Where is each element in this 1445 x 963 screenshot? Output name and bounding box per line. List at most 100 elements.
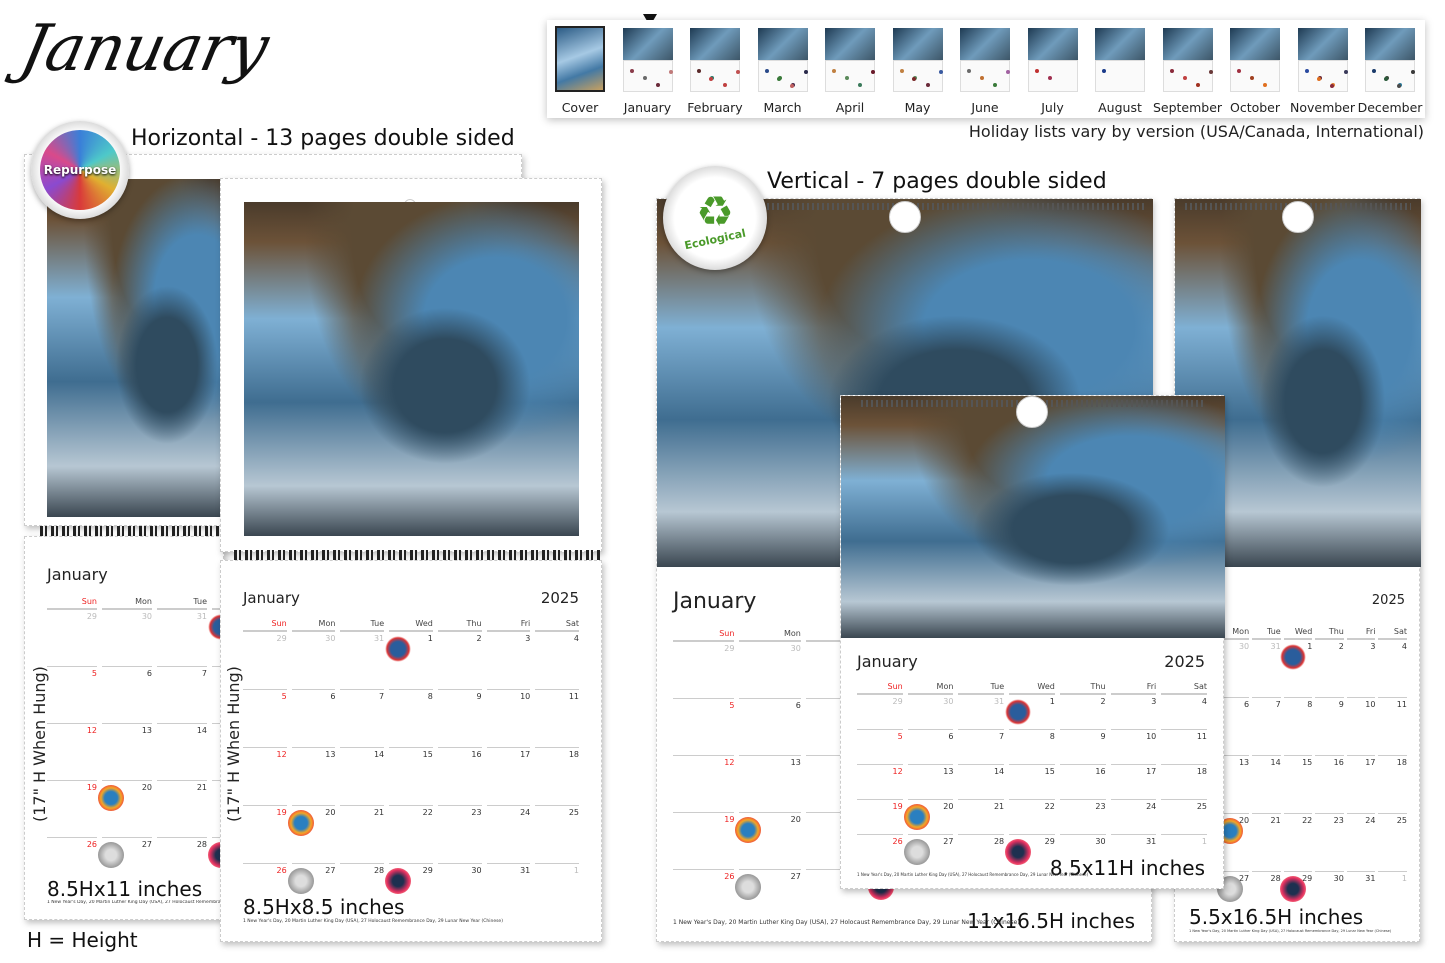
day-cell: 8 xyxy=(1283,697,1313,755)
day-cell: 5 xyxy=(857,729,903,764)
day-cell: 20 xyxy=(287,805,336,863)
day-cell: 1 xyxy=(1378,871,1407,929)
hanging-hole xyxy=(1282,201,1314,233)
thumbnail-label[interactable]: December xyxy=(1355,100,1425,115)
thumbnail-january[interactable] xyxy=(622,28,673,92)
day-cell: 18 xyxy=(1378,755,1407,813)
weekday-header: Fri xyxy=(1346,627,1376,639)
day-cell: 5 xyxy=(47,666,97,723)
thumbnail-april[interactable] xyxy=(825,28,875,92)
thumbnail-label[interactable]: September xyxy=(1153,100,1223,115)
day-cell: 24 xyxy=(1110,799,1157,834)
thumbnail-label[interactable]: July xyxy=(1018,100,1088,115)
day-cell: 22 xyxy=(389,805,433,863)
thumbnail-label[interactable]: Cover xyxy=(545,100,615,115)
day-cell: 7 xyxy=(958,729,1005,764)
thumbnail-cover[interactable] xyxy=(555,26,605,92)
thumbnail-label[interactable]: June xyxy=(950,100,1020,115)
thumbnail-image xyxy=(960,28,1010,60)
day-cell: 15 xyxy=(1283,755,1313,813)
day-cell: 21 xyxy=(340,805,385,863)
spiral-binding xyxy=(767,203,1147,210)
thumbnail-calendar xyxy=(1162,60,1213,92)
thumbnail-label[interactable]: January xyxy=(613,100,683,115)
recycle-icon: ♻ xyxy=(696,186,734,236)
weekday-header: Thu xyxy=(1059,682,1106,694)
day-cell: 7 xyxy=(1252,697,1281,755)
day-cell: 25 xyxy=(535,805,579,863)
day-cell: 30 xyxy=(102,609,152,666)
thumbnail-november[interactable] xyxy=(1297,28,1348,92)
weekday-header: Wed xyxy=(389,619,433,631)
day-cell: 27 xyxy=(735,869,801,926)
thumbnail-calendar xyxy=(757,60,808,92)
holiday-dot xyxy=(858,83,862,87)
thumbnail-march[interactable] xyxy=(757,28,808,92)
thumbnail-label[interactable]: November xyxy=(1288,100,1358,115)
day-cell: 29 xyxy=(243,631,287,689)
weekday-header: Sat xyxy=(1378,627,1407,639)
day-cell: 6 xyxy=(1220,697,1250,755)
day-cell: 14 xyxy=(958,764,1005,799)
day-cell: 1 xyxy=(385,631,433,689)
holiday-dot xyxy=(789,84,794,88)
day-cell: 31 xyxy=(157,609,207,666)
thumbnail-label[interactable]: May xyxy=(883,100,953,115)
calendar-grid: SunMonTueWedThuFriSat2930311234567891011… xyxy=(243,619,579,921)
day-cell: 31 xyxy=(340,631,385,689)
thumbnail-calendar xyxy=(1095,60,1145,92)
day-cell: 22 xyxy=(1283,813,1313,871)
mlk-holiday-icon xyxy=(735,817,762,843)
thumbnail-image xyxy=(825,28,875,60)
thumbnail-image xyxy=(892,28,943,60)
day-cell: 31 xyxy=(486,863,531,921)
day-cell: 11 xyxy=(1161,729,1207,764)
thumbnail-december[interactable] xyxy=(1365,28,1415,92)
ecological-badge: ♻ Ecological xyxy=(663,166,767,270)
thumbnail-may[interactable] xyxy=(892,28,943,92)
thumbnail-october[interactable] xyxy=(1230,28,1280,92)
day-cell: 20 xyxy=(98,780,152,837)
day-cell: 19 xyxy=(243,805,287,863)
holiday-dot xyxy=(709,77,713,81)
thumbnail-september[interactable] xyxy=(1162,28,1213,92)
holiday-dot xyxy=(1182,76,1187,80)
weekday-header: Wed xyxy=(1009,682,1055,694)
thumbnail-label[interactable]: August xyxy=(1085,100,1155,115)
thumbnail-label[interactable]: October xyxy=(1220,100,1290,115)
thumbnail-image xyxy=(690,28,740,60)
day-cell: 21 xyxy=(958,799,1005,834)
day-cell: 20 xyxy=(903,799,954,834)
calendar-year-label: 2025 xyxy=(1164,652,1205,671)
calendar-year-label: 2025 xyxy=(1371,593,1405,608)
holiday-dot xyxy=(980,76,984,80)
holo-holiday-icon xyxy=(903,839,930,865)
holiday-dot xyxy=(832,69,836,73)
day-cell: 30 xyxy=(739,641,801,698)
thumbnail-label[interactable]: February xyxy=(680,100,750,115)
hanging-hole xyxy=(1016,396,1048,428)
holiday-footnote: 1 New Year's Day, 20 Martin Luther King … xyxy=(673,919,1020,926)
holiday-dot xyxy=(736,70,740,74)
day-cell: 16 xyxy=(1315,755,1344,813)
holiday-dot xyxy=(1195,83,1200,87)
thumbnail-july[interactable] xyxy=(1027,28,1078,92)
holiday-dot xyxy=(1034,69,1039,73)
day-cell: 1 xyxy=(1005,694,1055,729)
thumbnail-label[interactable]: April xyxy=(815,100,885,115)
holiday-dot xyxy=(1397,84,1401,88)
thumbnail-august[interactable] xyxy=(1095,28,1145,92)
thumbnail-june[interactable] xyxy=(960,28,1010,92)
hanging-hole xyxy=(889,201,921,233)
day-cell: 13 xyxy=(291,747,336,805)
day-cell: 16 xyxy=(1059,764,1106,799)
day-cell: 14 xyxy=(340,747,385,805)
weekday-header: Tue xyxy=(1252,627,1281,639)
day-cell: 30 xyxy=(1220,639,1250,697)
thumbnail-label[interactable]: March xyxy=(748,100,818,115)
holiday-dot xyxy=(1250,76,1254,80)
day-cell: 31 xyxy=(958,694,1005,729)
day-cell: 19 xyxy=(47,780,97,837)
calendar-month-label: January xyxy=(673,589,757,614)
thumbnail-february[interactable] xyxy=(690,28,740,92)
